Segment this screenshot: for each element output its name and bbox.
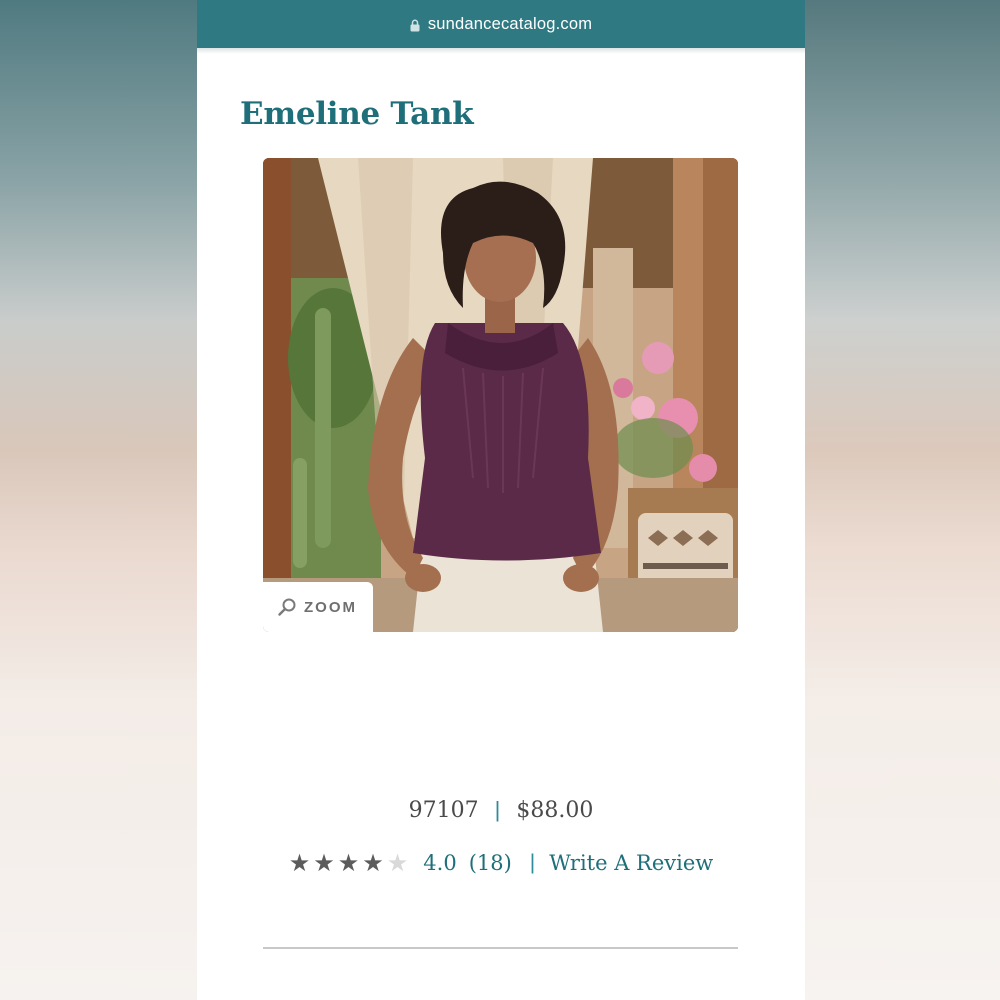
item-number: 97107 (408, 798, 479, 823)
phone-screen: sundancecatalog.com Emeline Tank ZOOM 97… (197, 0, 805, 1000)
address-bar[interactable]: sundancecatalog.com (197, 0, 805, 48)
star-filled-icon: ★ (313, 849, 335, 877)
product-image[interactable]: ZOOM (263, 158, 738, 632)
star-filled-icon: ★ (288, 849, 311, 877)
star-empty-icon: ★ (386, 849, 409, 877)
address-bar-url: sundancecatalog.com (427, 14, 593, 33)
section-divider (263, 947, 738, 949)
product-title: Emeline Tank (240, 96, 474, 132)
rating-separator: | (529, 851, 536, 874)
rating-value[interactable]: 4.0 (423, 851, 456, 875)
star-rating: ★ ★ ★ ★ ★ (289, 851, 412, 875)
magnifier-icon (278, 598, 296, 616)
blurred-background-left (0, 0, 197, 1000)
zoom-label: ZOOM (304, 598, 357, 616)
product-photo (263, 158, 738, 632)
star-filled-icon: ★ (362, 849, 384, 877)
blurred-background-right (805, 0, 1000, 1000)
price: $88.00 (516, 798, 594, 823)
product-meta: 97107 | $88.00 (197, 797, 805, 823)
zoom-button[interactable]: ZOOM (263, 582, 373, 632)
star-filled-icon: ★ (337, 849, 360, 877)
address-bar-shadow (197, 48, 805, 54)
lock-icon (410, 19, 420, 31)
meta-separator: | (494, 797, 501, 822)
write-review-link[interactable]: Write A Review (549, 851, 713, 875)
rating-summary: ★ ★ ★ ★ ★ 4.0 (18) | Write A Review (197, 851, 805, 875)
review-count[interactable]: (18) (469, 851, 512, 875)
